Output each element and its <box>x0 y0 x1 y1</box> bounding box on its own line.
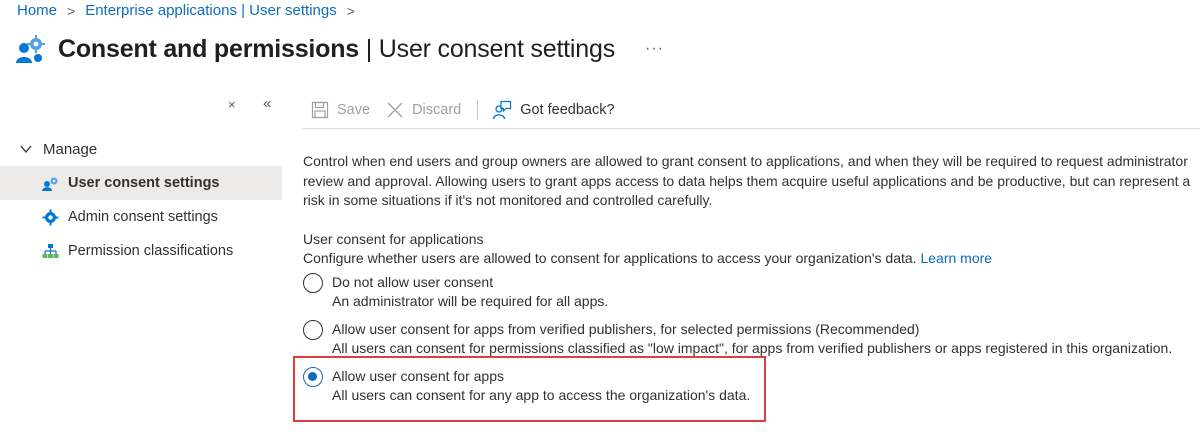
learn-more-link[interactable]: Learn more <box>920 250 992 266</box>
breadcrumb: Home > Enterprise applications | User se… <box>17 2 355 19</box>
close-icon <box>387 102 403 118</box>
page-title: Consent and permissions | User consent s… <box>58 35 615 64</box>
discard-label: Discard <box>412 102 462 118</box>
chevron-down-icon <box>20 145 32 154</box>
sidebar-item-label: User consent settings <box>68 175 220 191</box>
users-gear-icon <box>42 177 58 191</box>
sidebar-item-permission-classifications[interactable]: Permission classifications <box>0 234 282 268</box>
hierarchy-icon <box>42 243 59 258</box>
chevron-right-icon: > <box>346 2 355 19</box>
command-bar: Save Discard Got feedback? <box>303 92 1200 129</box>
radio-option-description: An administrator will be required for al… <box>332 293 609 309</box>
users-gear-icon <box>16 35 45 63</box>
page-title-main: Consent and permissions <box>58 34 360 63</box>
feedback-label: Got feedback? <box>520 102 615 118</box>
section-description: Configure whether users are allowed to c… <box>303 249 1193 269</box>
collapse-icon[interactable]: × <box>228 97 236 112</box>
feedback-button[interactable]: Got feedback? <box>492 100 615 120</box>
radio-button[interactable] <box>303 272 323 293</box>
breadcrumb-home-link[interactable]: Home <box>17 2 57 19</box>
sidebar-item-user-consent-settings[interactable]: User consent settings <box>0 166 282 200</box>
radio-option-do-not-allow[interactable]: Do not allow user consent An administrat… <box>303 272 1193 312</box>
more-options-button[interactable]: ··· <box>645 40 664 58</box>
page-description: Control when end users and group owners … <box>303 153 1191 208</box>
sidebar-nav: Manage User consent settings Admin conse… <box>0 132 282 268</box>
radio-button[interactable] <box>303 319 323 340</box>
save-icon <box>311 101 329 119</box>
nav-group-manage[interactable]: Manage <box>0 132 282 166</box>
radio-option-title: Allow user consent for apps from verifie… <box>332 320 920 337</box>
section-label: User consent for applications <box>303 230 484 247</box>
highlight-box <box>293 356 766 422</box>
feedback-icon <box>493 100 512 120</box>
collapse-sidebar-icon[interactable]: « <box>263 95 271 112</box>
section-description-text: Configure whether users are allowed to c… <box>303 250 917 266</box>
breadcrumb-enterprise-link[interactable]: Enterprise applications | User settings <box>85 2 337 19</box>
radio-option-verified-publishers[interactable]: Allow user consent for apps from verifie… <box>303 319 1193 359</box>
gear-icon <box>42 209 59 225</box>
discard-button[interactable]: Discard <box>386 101 461 119</box>
sidebar-item-label: Admin consent settings <box>68 209 218 225</box>
sidebar-item-label: Permission classifications <box>68 243 234 259</box>
radio-option-title: Do not allow user consent <box>332 273 494 290</box>
save-label: Save <box>337 102 371 118</box>
toolbar-divider <box>477 100 479 120</box>
save-button[interactable]: Save <box>311 101 370 119</box>
page-header: Consent and permissions | User consent s… <box>14 32 664 66</box>
chevron-right-icon: > <box>67 2 76 19</box>
sidebar-item-admin-consent-settings[interactable]: Admin consent settings <box>0 200 282 234</box>
nav-group-label: Manage <box>43 140 98 158</box>
page-title-sub: | User consent settings <box>359 34 615 63</box>
